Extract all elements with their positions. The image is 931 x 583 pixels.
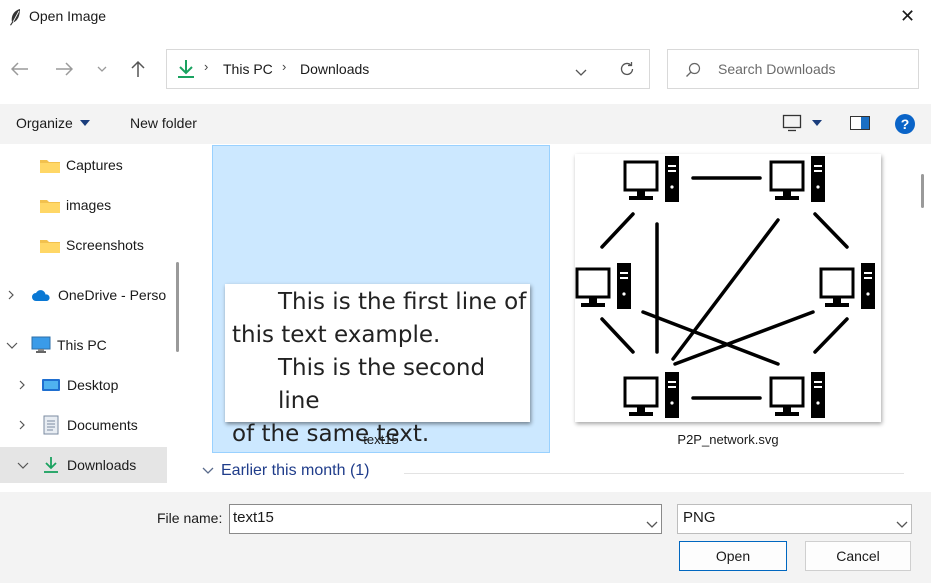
content-scrollbar[interactable] <box>921 174 924 208</box>
cancel-button[interactable]: Cancel <box>805 541 911 571</box>
file-name-p2p-network: P2P_network.svg <box>677 432 779 447</box>
address-bar[interactable]: › This PC › Downloads <box>166 49 650 89</box>
open-button[interactable]: Open <box>679 541 787 571</box>
group-divider <box>404 473 904 474</box>
sidebar-item-onedrive[interactable]: OneDrive - Perso <box>6 277 176 313</box>
chevron-right-icon <box>19 420 25 430</box>
breadcrumb-this-pc[interactable]: This PC <box>223 61 273 77</box>
group-header-label: Earlier this month (1) <box>221 462 370 479</box>
onedrive-cloud-icon <box>32 289 50 301</box>
title-bar: Open Image ✕ <box>0 0 931 36</box>
preview-line: this text example. <box>232 322 441 348</box>
desktop-icon <box>42 379 60 391</box>
sidebar-item-label: This PC <box>57 337 107 353</box>
feather-app-icon <box>8 8 22 31</box>
file-type-select[interactable]: PNG <box>677 504 912 534</box>
svg-text:?: ? <box>901 116 910 132</box>
recent-locations-button[interactable] <box>89 56 115 82</box>
chevron-down-icon <box>97 66 107 72</box>
help-icon[interactable]: ? <box>895 114 915 139</box>
back-button[interactable] <box>7 56 33 82</box>
breadcrumb-downloads[interactable]: Downloads <box>300 61 369 77</box>
search-icon <box>685 62 701 83</box>
file-name-dropdown-chevron-icon[interactable] <box>646 516 658 533</box>
preview-pane-icon[interactable] <box>850 116 870 135</box>
breadcrumb-separator-icon: › <box>204 59 209 74</box>
sidebar-item-label: Documents <box>67 417 138 433</box>
sidebar-item-label: Screenshots <box>66 237 144 253</box>
file-name-value: text15 <box>233 509 274 526</box>
sidebar-item-this-pc[interactable]: This PC <box>6 327 176 363</box>
navigation-pane: Captures images Screenshots OneDrive - P… <box>0 144 188 492</box>
chevron-down-icon <box>17 462 29 469</box>
p2p-network-thumbnail[interactable] <box>575 154 881 422</box>
arrow-left-icon <box>11 62 28 76</box>
file-name-text15: text15 <box>363 432 399 447</box>
document-icon <box>43 415 59 435</box>
breadcrumb-separator-icon: › <box>282 59 287 74</box>
caret-down-icon <box>812 120 822 126</box>
view-icon <box>782 114 802 132</box>
preview-line: This is the second line <box>278 355 486 414</box>
caret-down-icon <box>79 120 90 126</box>
arrow-right-icon <box>56 62 73 76</box>
up-button[interactable] <box>125 56 151 82</box>
chevron-right-icon <box>19 380 25 390</box>
forward-button[interactable] <box>51 56 77 82</box>
text15-thumbnail: This is the first line of this text exam… <box>225 284 530 447</box>
refresh-icon[interactable] <box>619 61 635 82</box>
file-name-input[interactable]: text15 <box>229 504 662 534</box>
arrow-up-icon <box>131 60 145 77</box>
folder-icon <box>40 159 60 173</box>
file-name-label: File name: <box>157 510 223 526</box>
folder-icon <box>40 239 60 253</box>
window-title: Open Image <box>29 8 107 24</box>
sidebar-item-label: Downloads <box>67 457 137 473</box>
chevron-down-icon <box>202 467 214 474</box>
sidebar-item-captures[interactable]: Captures <box>40 147 180 183</box>
file-type-value: PNG <box>683 509 716 526</box>
sidebar-item-label: images <box>66 197 112 213</box>
group-header-earlier-this-month[interactable]: Earlier this month (1) <box>202 462 370 480</box>
change-view-button[interactable] <box>782 114 822 132</box>
organize-button[interactable]: Organize <box>16 115 90 131</box>
sidebar-item-desktop[interactable]: Desktop <box>17 367 177 403</box>
sidebar-item-label: Captures <box>66 157 123 173</box>
sidebar-item-documents[interactable]: Documents <box>17 407 177 443</box>
search-box[interactable]: Search Downloads <box>667 49 919 89</box>
search-placeholder: Search Downloads <box>718 61 836 77</box>
network-diagram-image <box>575 154 877 420</box>
folder-icon <box>40 199 60 213</box>
chevron-down-icon <box>6 342 18 349</box>
organize-label: Organize <box>16 115 73 131</box>
computer-icon <box>31 336 51 353</box>
preview-line: This is the first line of <box>278 289 527 315</box>
address-dropdown-chevron-icon[interactable] <box>575 64 587 82</box>
chevron-right-icon <box>8 290 14 300</box>
sidebar-item-screenshots[interactable]: Screenshots <box>40 227 180 263</box>
download-icon <box>44 457 58 473</box>
file-type-chevron-icon <box>896 516 908 533</box>
sidebar-item-images[interactable]: images <box>40 187 180 223</box>
sidebar-item-label: Desktop <box>67 377 119 393</box>
close-button[interactable]: ✕ <box>900 6 915 27</box>
sidebar-item-label: OneDrive - Perso <box>58 287 167 303</box>
new-folder-button[interactable]: New folder <box>130 115 197 131</box>
sidebar-item-downloads[interactable]: Downloads <box>0 447 167 483</box>
sidebar-scrollbar[interactable] <box>176 262 179 352</box>
download-icon <box>177 59 195 84</box>
